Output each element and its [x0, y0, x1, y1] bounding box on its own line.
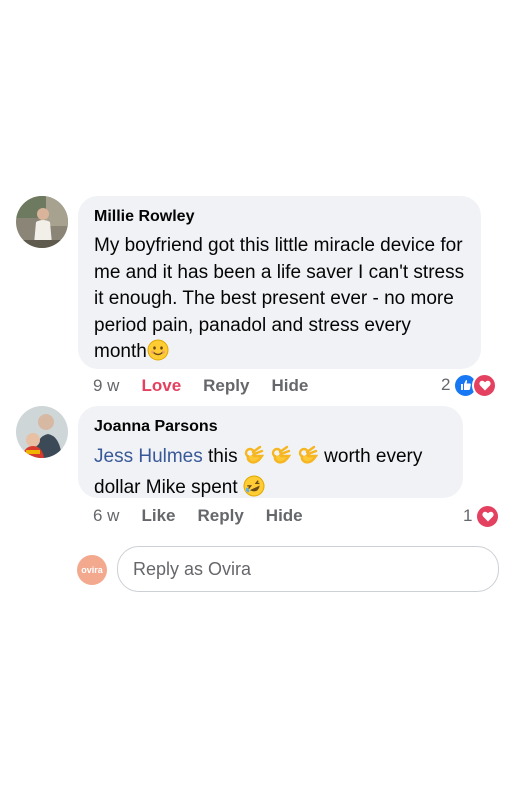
- comment-bubble: Joanna Parsons Jess Hulmes this worth ev…: [78, 406, 463, 498]
- reaction-count: 1: [463, 506, 473, 525]
- comment-time[interactable]: 9 w: [93, 376, 119, 396]
- comment-actions: 6 w Like Reply Hide: [93, 504, 325, 528]
- reply-placeholder: Reply as Ovira: [133, 558, 252, 579]
- comment-time[interactable]: 6 w: [93, 506, 119, 526]
- ovira-logo-text: ovira: [81, 565, 103, 575]
- comment-actions: 9 w Love Reply Hide: [93, 374, 330, 398]
- love-button[interactable]: Love: [141, 376, 181, 396]
- smiling-face-emoji-icon: [147, 339, 169, 370]
- comment-text: My boyfriend got this little miracle dev…: [94, 233, 465, 370]
- comment-author[interactable]: Millie Rowley: [94, 207, 465, 227]
- ok-hand-emoji-icon: [243, 444, 265, 474]
- hide-button[interactable]: Hide: [271, 376, 308, 396]
- reaction-summary[interactable]: 1: [463, 503, 501, 529]
- comment-text: Jess Hulmes this worth every dollar Mike…: [94, 443, 447, 505]
- reply-button[interactable]: Reply: [198, 506, 244, 526]
- like-button[interactable]: Like: [141, 506, 175, 526]
- love-icon: [475, 503, 501, 529]
- ovira-logo: ovira: [77, 555, 107, 585]
- mention-link[interactable]: Jess Hulmes: [94, 446, 203, 467]
- reaction-summary[interactable]: 2: [441, 372, 498, 398]
- comment-text-part: this: [202, 446, 238, 467]
- reply-button[interactable]: Reply: [203, 376, 249, 396]
- love-icon: [472, 372, 498, 398]
- hide-button[interactable]: Hide: [266, 506, 303, 526]
- comment-bubble: Millie Rowley My boyfriend got this litt…: [78, 196, 481, 369]
- reply-input[interactable]: Reply as Ovira: [117, 546, 499, 592]
- avatar-joanna[interactable]: [16, 406, 68, 458]
- comment-author[interactable]: Joanna Parsons: [94, 417, 447, 437]
- rolling-laughing-emoji-icon: [243, 475, 265, 505]
- reaction-count: 2: [441, 375, 451, 394]
- avatar-millie[interactable]: [16, 196, 68, 248]
- ok-hand-emoji-icon: [297, 444, 319, 474]
- ok-hand-emoji-icon: [270, 444, 292, 474]
